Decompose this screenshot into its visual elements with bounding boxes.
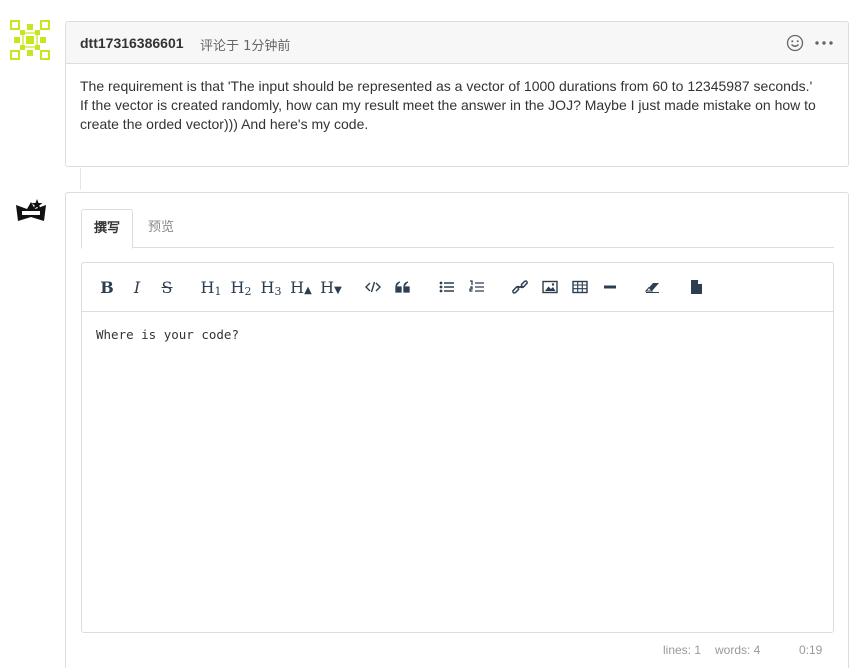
bold-button[interactable]: B: [99, 276, 115, 300]
heading-3-button[interactable]: H3: [259, 276, 283, 300]
more-icon[interactable]: [814, 35, 834, 51]
heading-1-button[interactable]: H1: [199, 276, 223, 300]
tab-write[interactable]: 撰写: [81, 209, 134, 249]
italic-button[interactable]: I: [129, 276, 145, 300]
heading-bigger-button[interactable]: H▲: [287, 276, 315, 300]
status-cursor: 0:19: [799, 643, 823, 657]
minus-icon[interactable]: [600, 276, 620, 300]
tab-preview[interactable]: 预览: [136, 209, 186, 248]
comment-card: dtt17316386601 评论于 1分钟前 The requirement …: [65, 21, 849, 167]
comment-body: The requirement is that 'The input shoul…: [66, 64, 848, 134]
reply-editor-card: 撰写 预览 B I S H1 H2 H3 H▲ H▼ Where is your…: [65, 192, 849, 668]
list-ul-icon[interactable]: [437, 276, 457, 300]
table-icon[interactable]: [570, 276, 590, 300]
status-lines: lines: 1: [663, 643, 702, 657]
comment-author[interactable]: dtt17316386601: [80, 35, 184, 51]
eraser-icon[interactable]: [643, 276, 663, 300]
image-icon[interactable]: [540, 276, 560, 300]
user-avatar[interactable]: [13, 193, 49, 229]
link-icon[interactable]: [510, 276, 530, 300]
thread-divider: [80, 168, 81, 190]
smile-icon[interactable]: [786, 34, 804, 52]
quote-icon[interactable]: [393, 276, 413, 300]
heading-smaller-button[interactable]: H▼: [317, 276, 345, 300]
status-words: words: 4: [715, 643, 761, 657]
markdown-editor[interactable]: B I S H1 H2 H3 H▲ H▼ Where is your code?: [81, 262, 834, 633]
file-icon[interactable]: [686, 276, 706, 300]
comment-timestamp: 评论于 1分钟前: [200, 39, 291, 54]
editor-tabs: 撰写 预览: [81, 209, 834, 249]
code-icon[interactable]: [363, 276, 383, 300]
editor-toolbar: B I S H1 H2 H3 H▲ H▼: [82, 263, 833, 312]
list-ol-icon[interactable]: [467, 276, 487, 300]
comment-paragraph: The requirement is that 'The input shoul…: [80, 78, 813, 94]
strikethrough-button[interactable]: S: [159, 276, 175, 300]
avatar[interactable]: [10, 20, 50, 60]
comment-paragraph: If the vector is created randomly, how c…: [80, 97, 816, 132]
editor-content[interactable]: Where is your code?: [82, 312, 833, 357]
comment-header: dtt17316386601 评论于 1分钟前: [66, 22, 848, 64]
heading-2-button[interactable]: H2: [229, 276, 253, 300]
